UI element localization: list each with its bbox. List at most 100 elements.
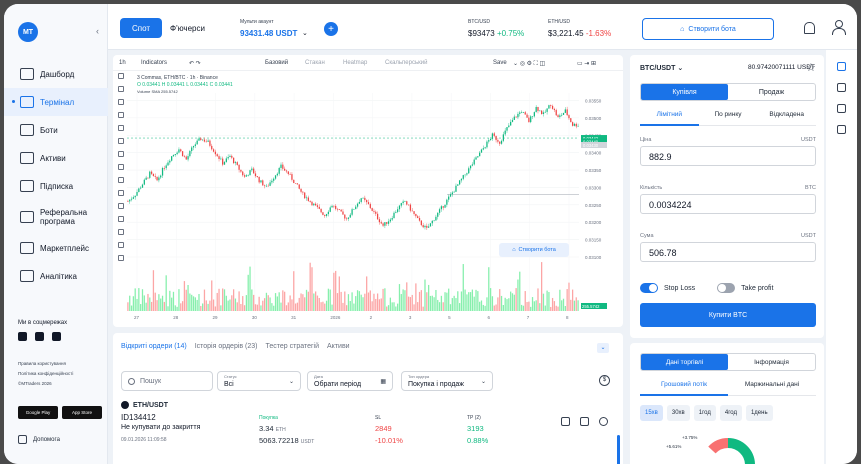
tab-strategy-tester[interactable]: Тестер стратегій [266,343,320,350]
create-bot-button[interactable]: ⌂ Створити бота [642,18,774,40]
currency-icon[interactable] [599,417,608,426]
buy-tab[interactable]: Купівля [641,84,728,100]
app-logo[interactable]: MT [18,22,38,42]
tab-open-orders[interactable]: Відкриті ордери (14) [121,343,187,350]
facebook-icon[interactable] [18,332,27,341]
indicators-button[interactable]: Indicators [141,60,167,66]
linkedin-icon[interactable] [52,332,61,341]
sidebar-item-assets[interactable]: Активи [4,144,108,172]
tab-information[interactable]: Інформація [728,354,815,370]
magnet-icon[interactable] [118,203,124,209]
star-icon[interactable] [837,125,846,134]
sidebar-item-subscription[interactable]: Підписка [4,172,108,200]
edit-icon[interactable] [561,417,570,426]
sidebar-item-dashboard[interactable]: Дашборд [4,60,108,88]
orders-icon[interactable] [837,104,846,113]
timeframe-4h[interactable]: 4год [719,405,742,421]
emoji-icon[interactable] [118,164,124,170]
tab-margin-data[interactable]: Маржинальні дані [728,381,816,396]
tab-trading-data[interactable]: Дані торгівлі [641,354,728,370]
tab-basic[interactable]: Базовий [265,60,288,66]
user-icon[interactable] [832,20,846,35]
sidebar-item-bots[interactable]: Боти [4,116,108,144]
add-account-button[interactable]: + [324,22,338,36]
undo-icon[interactable]: ↶ ↷ [189,60,201,67]
chart-tools-icons[interactable]: ⌄ ◎ ⚙ ⛶ ◫ [513,60,545,68]
crosshair-icon[interactable] [118,73,124,79]
sidebar-item-referral[interactable]: Реферальна програма [4,200,108,234]
order-type-filter[interactable]: Тип ордера Покупка і продаж ⌄ [401,371,493,391]
subscription-icon [20,180,34,192]
instagram-icon[interactable] [35,332,44,341]
currency-icon[interactable]: $ [599,375,610,386]
layout-icon[interactable] [837,62,846,71]
date-filter[interactable]: Дата Обрати період ▦ [307,371,393,391]
zoom-icon[interactable] [118,190,124,196]
price-input[interactable]: 882.9 [640,146,816,166]
sell-tab[interactable]: Продаж [728,84,815,100]
tab-limit[interactable]: Лімітний [640,111,699,126]
pair-selector[interactable]: BTC/USDT ⌄ [640,64,683,72]
bell-icon[interactable] [804,22,815,34]
ticker-eth[interactable]: ETH/USD $3,221.45 -1.63% [548,19,611,38]
fib-icon[interactable] [118,99,124,105]
projection-icon[interactable] [118,125,124,131]
take-profit-toggle[interactable] [717,283,736,293]
tab-market[interactable]: По ринку [698,111,758,126]
trendline-icon[interactable] [118,86,124,92]
app-store-badge[interactable]: App Store [62,406,102,419]
interval-select[interactable]: 1h [119,60,126,66]
price-chart[interactable]: 0.035500.035000.034500.034000.033500.033… [127,93,623,325]
text-icon[interactable] [118,151,124,157]
tab-scalper[interactable]: Скальперський [385,60,427,66]
ruler-icon[interactable] [118,177,124,183]
trash-icon[interactable] [580,417,589,426]
volume-bar [351,292,353,311]
buy-btc-button[interactable]: Купити BTC [640,303,816,327]
lock-icon[interactable] [118,229,124,235]
stop-loss-toggle[interactable] [640,283,658,293]
sidebar-item-terminal[interactable]: Термінал [4,88,108,116]
volume-bar [267,295,269,311]
tab-deferred[interactable]: Відкладена [757,111,817,126]
timeframe-15m[interactable]: 15хв [640,405,663,421]
pattern-icon[interactable] [118,112,124,118]
terms-link[interactable]: Правила користування [18,359,73,369]
tab-orderbook[interactable]: Стакан [305,60,325,66]
scrollbar[interactable] [617,435,620,464]
edit-icon[interactable] [837,83,846,92]
status-filter[interactable]: Статус Всі ⌄ [217,371,301,391]
ticker-btc[interactable]: BTC/USD $93473 +0.75% [468,19,524,38]
spot-button[interactable]: Спот [120,18,162,38]
google-play-badge[interactable]: Google Play [18,406,58,419]
tab-heatmap[interactable]: Heatmap [343,60,367,66]
brush-icon[interactable] [118,138,124,144]
tab-money-flow[interactable]: Грошовий потік [640,381,728,396]
sum-input[interactable]: 506.78 [640,242,816,262]
pencil-icon[interactable] [118,216,124,222]
collapse-panel-icon[interactable]: ⌄ [597,343,609,353]
timeframe-1h[interactable]: 1год [693,405,716,421]
futures-button[interactable]: Ф'ючерси [170,24,205,33]
save-button[interactable]: Save [493,60,507,66]
sidebar-item-marketplace[interactable]: Маркетплейс [4,234,108,262]
timeframe-30m[interactable]: 30хв [666,405,690,421]
timeframe-1d[interactable]: 1день [745,405,773,421]
tab-order-history[interactable]: Історія ордерів (23) [195,343,258,350]
account-balance[interactable]: 93431.48 USDT [240,29,297,38]
candle-body [466,173,468,175]
search-input[interactable]: Пошук [121,371,213,391]
screenshot-icon[interactable]: ▭ ⇥ ⊞ [577,60,596,67]
trash-icon[interactable] [118,255,124,261]
create-bot-pill[interactable]: ⌂ Створити бота [499,243,569,257]
volume-bar [285,305,288,311]
help-link[interactable]: Допомога [18,435,60,444]
chevron-down-icon[interactable]: ⌄ [302,29,308,37]
sidebar-item-analytics[interactable]: Аналітика [4,262,108,290]
eye-icon[interactable] [118,242,124,248]
collapse-sidebar-icon[interactable]: ‹ [96,26,99,36]
star-icon[interactable]: ☆ [806,61,816,74]
privacy-link[interactable]: Політика конфіденційності [18,369,73,379]
tab-assets[interactable]: Активи [327,343,350,350]
quantity-input[interactable]: 0.0034224 [640,194,816,214]
